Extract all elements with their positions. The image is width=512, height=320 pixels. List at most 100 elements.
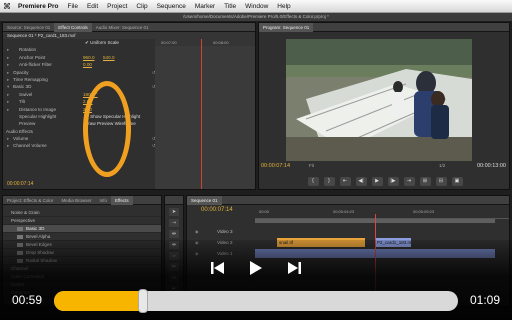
list-item[interactable]: Noise & Grain	[3, 209, 161, 217]
menu-window[interactable]: Window	[245, 3, 268, 10]
zoom-select[interactable]: Fit	[309, 163, 314, 168]
tab-audio-mixer[interactable]: Audio Mixer: Sequence 01	[92, 23, 153, 32]
tab-source[interactable]: Source: Sequence 01	[3, 23, 54, 32]
go-to-in-button[interactable]: ⇤	[339, 176, 351, 186]
effect-controls-panel: Source: Sequence 01 Effect Controls Audi…	[2, 22, 256, 190]
effect-row[interactable]: ▸ Time Remapping	[3, 76, 155, 83]
property-label: Time Remapping	[13, 76, 48, 82]
effect-icon	[17, 226, 23, 231]
next-icon[interactable]	[286, 260, 302, 276]
tab-info[interactable]: Info	[95, 196, 111, 205]
timeline-timecode[interactable]: 00:00:07:14	[201, 207, 233, 213]
track-select-tool-icon[interactable]: ⇢	[169, 219, 179, 227]
extract-button[interactable]: ⊟	[435, 176, 447, 186]
effect-row[interactable]: ▸ Distance to Image 26.0	[3, 106, 155, 113]
program-monitor-tabs: Program: Sequence 01	[259, 23, 509, 32]
ruler-label: 00:08:00	[213, 40, 229, 45]
scrub-handle[interactable]	[137, 289, 148, 313]
effect-controls-tabs: Source: Sequence 01 Effect Controls Audi…	[3, 23, 255, 32]
effect-row[interactable]: ▸ Tilt 2.0 °	[3, 98, 155, 105]
effect-row[interactable]: ▸ Anchor Point 960.0 540.0	[3, 54, 155, 61]
menu-app-name[interactable]: Premiere Pro	[18, 3, 58, 10]
effect-row[interactable]: ▸ Channel Volume ↺	[3, 142, 156, 149]
tab-project[interactable]: Project: Effects & Color	[3, 196, 57, 205]
property-label: Preview	[19, 121, 36, 127]
effect-controls-timecode[interactable]: 00:00:07:14	[7, 181, 33, 187]
go-to-out-button[interactable]: ⇥	[403, 176, 415, 186]
current-time: 00:59	[12, 293, 43, 307]
menu-marker[interactable]: Marker	[195, 3, 215, 10]
scrub-bar[interactable]	[54, 291, 458, 311]
timeline-tabs: Sequence 01	[187, 196, 509, 205]
step-back-button[interactable]: ◀|	[355, 176, 367, 186]
tab-effects[interactable]: Effects	[110, 196, 133, 205]
play-icon[interactable]	[248, 260, 264, 276]
menu-clip[interactable]: Clip	[136, 3, 147, 10]
menu-sequence[interactable]: Sequence	[157, 3, 186, 10]
effect-controls-timeline: 00:07:00 00:08:00	[155, 39, 255, 189]
menu-help[interactable]: Help	[277, 3, 290, 10]
effect-row[interactable]: ▸ Swivel 180.0 °	[3, 91, 155, 98]
effect-row[interactable]: ▸ Rotation	[3, 46, 155, 53]
anchor-y-value[interactable]: 540.0	[103, 54, 115, 61]
effect-row: Preview Draw Preview Wireframe	[3, 120, 155, 127]
menu-file[interactable]: File	[67, 3, 77, 10]
anti-flicker-value[interactable]: 0.00	[83, 61, 92, 68]
program-video-frame	[286, 39, 472, 161]
play-button[interactable]: ▶	[371, 176, 383, 186]
apple-menu-icon[interactable]: ⌘	[3, 2, 11, 11]
highlight-circle	[83, 81, 131, 177]
property-label: Channel Volume	[13, 143, 47, 149]
previous-icon[interactable]	[210, 260, 226, 276]
effect-controls-ruler[interactable]: 00:07:00 00:08:00	[155, 39, 255, 46]
menu-bar: ⌘ Premiere Pro File Edit Project Clip Se…	[0, 0, 512, 13]
export-frame-button[interactable]: ▣	[451, 176, 463, 186]
timeline-ruler[interactable]: 00:00 00:00:04:23 00:00:09:23	[255, 207, 509, 219]
project-path: /Users/home/Documents/Adobe/Premiere Pro…	[0, 13, 512, 21]
ruler-label: 00:00	[259, 209, 270, 214]
effect-row[interactable]: ▾ Basic 3D ↺	[3, 83, 156, 90]
ruler-label: 00:07:00	[161, 40, 177, 45]
transport-controls: { } ⇤ ◀| ▶ |▶ ⇥ ⊞ ⊟ ▣	[259, 173, 509, 189]
mark-in-button[interactable]: {	[307, 176, 319, 186]
menu-edit[interactable]: Edit	[87, 3, 98, 10]
effect-controls-playhead[interactable]	[201, 39, 202, 189]
track-video-3: ◉ Video 3	[187, 226, 509, 237]
effect-row[interactable]: ▸ Anti-flicker Filter 0.00	[3, 61, 155, 68]
list-item[interactable]: Basic 3D	[3, 225, 161, 233]
program-duration: 00:00:13:00	[476, 163, 506, 169]
mark-out-button[interactable]: }	[323, 176, 335, 186]
resolution-select[interactable]: 1/2	[439, 163, 445, 168]
property-label: Distance to Image	[19, 106, 57, 112]
effect-controls-clip-name: Sequence 01 * P2_card1_183.mxf	[3, 32, 255, 39]
selection-tool-icon[interactable]: ➤	[169, 208, 179, 216]
property-label: Basic 3D	[13, 84, 32, 90]
effect-properties: ✔ Uniform Scale ▸ Rotation ▸ Anchor Point 9…	[3, 39, 156, 189]
eye-icon[interactable]: ◉	[195, 229, 199, 234]
lift-button[interactable]: ⊞	[419, 176, 431, 186]
effect-row: ✔ Uniform Scale	[3, 39, 155, 46]
property-label: Opacity	[13, 69, 29, 75]
total-time: 01:09	[469, 293, 500, 307]
list-item[interactable]: Perspective	[3, 217, 161, 225]
ripple-edit-tool-icon[interactable]: ⇹	[169, 230, 179, 238]
tab-program[interactable]: Program: Sequence 01	[259, 23, 314, 32]
property-label: Anti-flicker Filter	[19, 62, 52, 68]
track-label: Video 3	[217, 229, 233, 234]
anchor-x-value[interactable]: 960.0	[83, 54, 95, 61]
property-label: Swivel	[19, 91, 33, 97]
program-timecode[interactable]: 00:00:07:14	[261, 163, 290, 169]
tab-effect-controls[interactable]: Effect Controls	[54, 23, 92, 32]
menu-project[interactable]: Project	[107, 3, 127, 10]
uniform-scale-checkbox[interactable]: ✔ Uniform Scale	[85, 39, 119, 46]
ruler-label: 00:00:09:23	[413, 209, 435, 214]
tab-sequence[interactable]: Sequence 01	[187, 196, 222, 205]
menu-title[interactable]: Title	[224, 3, 236, 10]
step-forward-button[interactable]: |▶	[387, 176, 399, 186]
scrub-progress	[54, 291, 143, 311]
tab-media-browser[interactable]: Media Browser	[57, 196, 95, 205]
property-label: Volume	[13, 136, 29, 142]
effect-row: Audio Effects	[3, 128, 155, 135]
effect-row[interactable]: ▸ Volume ↺	[3, 135, 156, 142]
effect-row[interactable]: ▸ Opacity ↺	[3, 69, 156, 76]
